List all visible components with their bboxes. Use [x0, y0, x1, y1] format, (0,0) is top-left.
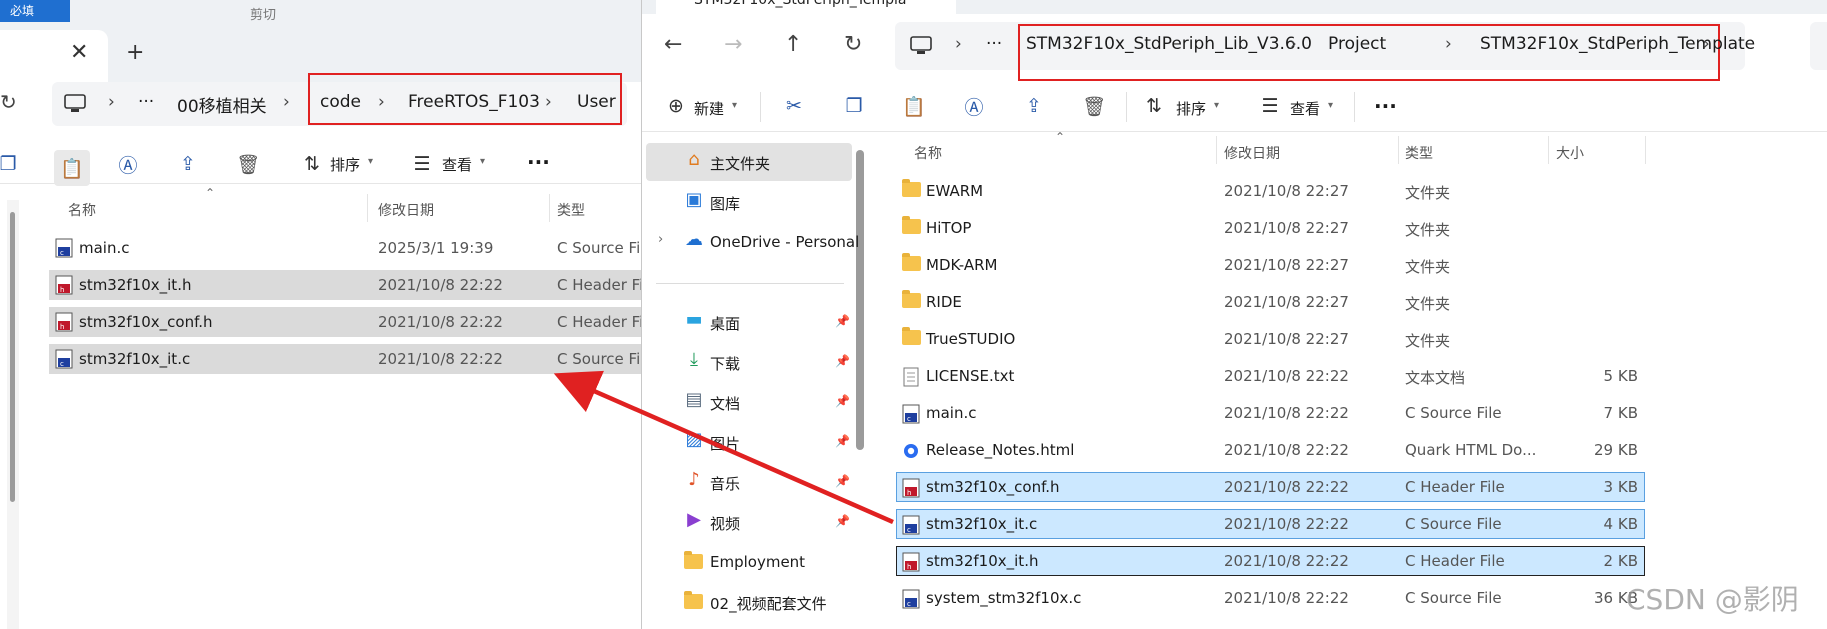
- annotation-arrow: [553, 370, 894, 525]
